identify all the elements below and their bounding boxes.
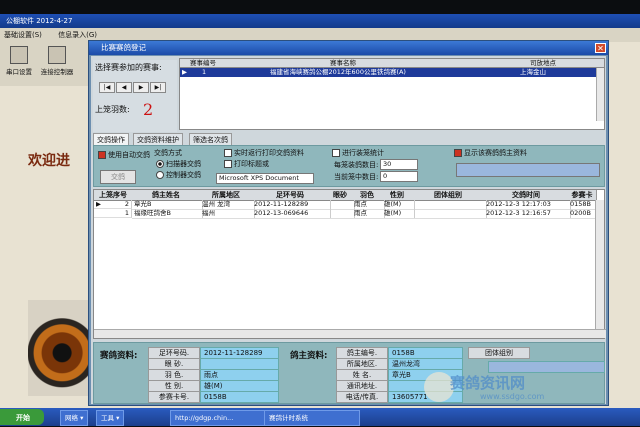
serial-settings-button[interactable]: 串口设置 — [2, 46, 36, 76]
tab-bar: 交鸽操作 交鸽资料维护 筛选名次鸽 — [93, 133, 605, 146]
nav-next-button[interactable]: ▶ — [133, 82, 149, 93]
app-title-bar: 公棚软件 2012-4-27 — [0, 14, 640, 28]
mode-scanner-radio[interactable]: 扫描器交鸽 — [156, 159, 201, 169]
per-cage-input[interactable]: 30 — [380, 159, 418, 170]
cell-color: 雨点 — [352, 209, 385, 219]
checkbox-checked-icon — [454, 149, 462, 157]
submitted-pigeons-table: 上笼序号 鸽主姓名 所属地区 足环号码 眼砂 羽色 性别 团体组别 交鸽时间 参… — [93, 189, 606, 339]
watermark-text: 赛鸽资讯网 — [450, 374, 526, 392]
taskbar-timing-system[interactable]: 赛鸽计时系统 — [264, 410, 360, 426]
show-owner-label: 显示该赛鸽鸽主资料 — [464, 149, 527, 157]
event-select-label: 选择赛参加的赛事: — [95, 63, 162, 72]
event-table-header: 赛事编号 赛事名称 司放地点 — [180, 59, 604, 68]
cell-ring: 2012-13-069646 — [252, 209, 331, 219]
card-label: 参赛卡号. — [148, 391, 200, 403]
cage-count-value: 2 — [143, 100, 154, 119]
pigeon-info-title: 赛鸽资料: — [100, 351, 138, 361]
current-cage-input[interactable]: 0 — [380, 171, 418, 182]
cell-owner: 福缘旺鸽舍B — [132, 209, 203, 219]
dialog-body: 选择赛参加的赛事: |◀ ◀ ▶ ▶| 上笼羽数: 2 赛事编号 赛事名称 司放地点 … — [91, 56, 606, 404]
event-col-place: 司放地点 — [530, 59, 556, 67]
event-registration-dialog: 比赛赛鸽登记 ✕ 选择赛参加的赛事: |◀ ◀ ▶ ▶| 上笼羽数: 2 赛事编号 赛… — [88, 40, 609, 406]
printer-select[interactable]: Microsoft XPS Document — [216, 173, 314, 184]
realtime-print-label: 实时返行打印交鸽资料 — [234, 149, 304, 157]
submit-mode-label: 交鸽方式 — [154, 149, 182, 157]
table-vertical-scrollbar[interactable] — [595, 200, 604, 330]
mode-scanner-label: 扫描器交鸽 — [166, 160, 201, 168]
mode-controller-label: 控制器交鸽 — [166, 171, 201, 179]
cage-stats-checkbox[interactable]: 进行装笼统计 — [332, 148, 384, 158]
radio-empty-icon — [156, 171, 164, 179]
taskbar-browser[interactable]: http://gdgp.chin... — [170, 410, 270, 426]
event-place: 上海金山 — [520, 68, 546, 76]
mode-controller-radio[interactable]: 控制器交鸽 — [156, 170, 201, 180]
cell-seq-value: 2 — [124, 200, 129, 208]
menu-basic-settings[interactable]: 基础设置(S) — [4, 31, 42, 39]
realtime-print-checkbox[interactable]: 实时返行打印交鸽资料 — [224, 148, 304, 158]
row-pointer-icon: ▶ — [182, 68, 187, 76]
serial-port-icon — [10, 46, 28, 64]
auto-submit-label: 使用自动交鸽 — [108, 151, 150, 159]
print-title-checkbox[interactable]: 打印标题或 — [224, 159, 269, 169]
cage-count-label: 上笼羽数: — [95, 105, 130, 114]
taskbar-network[interactable]: 网络 ▾ — [60, 410, 89, 426]
checkbox-checked-icon — [98, 151, 106, 159]
current-cage-label: 当前笼中数目: — [334, 173, 379, 181]
auto-submit-checkbox[interactable]: 使用自动交鸽 — [98, 150, 150, 160]
record-navigator: |◀ ◀ ▶ ▶| — [99, 82, 167, 93]
owner-info-title: 鸽主资料: — [290, 351, 328, 361]
cell-region: 福州 — [200, 209, 255, 219]
per-cage-label: 每笼装鸽数目: — [334, 161, 379, 169]
event-row[interactable]: ▶ 1 福建省海峡赛鸽公棚2012年600公里铁鸽赛(A) 上海金山 — [180, 68, 604, 77]
nav-first-button[interactable]: |◀ — [99, 82, 115, 93]
taskbar: 开始 网络 ▾ 工具 ▾ http://gdgp.chin... 赛鸽计时系统 — [0, 408, 640, 426]
print-title-label: 打印标题或 — [234, 160, 269, 168]
main-toolbar: 串口设置 连接控制器 — [0, 42, 90, 86]
owner-phone-label: 电话/传真. — [336, 391, 388, 403]
row-pointer-icon: ▶ — [96, 200, 101, 208]
nav-prev-button[interactable]: ◀ — [116, 82, 132, 93]
cell-seq: ▶ 2 — [94, 200, 132, 209]
event-id: 1 — [202, 68, 207, 76]
menu-info-entry[interactable]: 信息录入(G) — [58, 31, 97, 39]
checkbox-empty-icon — [332, 149, 340, 157]
cell-sex: 雄(M) — [382, 209, 415, 219]
event-name: 福建省海峡赛鸽公棚2012年600公里铁鸽赛(A) — [270, 68, 406, 76]
submit-options-panel: 使用自动交鸽 交鸽 交鸽方式 扫描器交鸽 控制器交鸽 实时返行打印交鸽资料 打印… — [93, 145, 605, 187]
event-col-id: 赛事编号 — [190, 59, 216, 67]
checkbox-empty-icon — [224, 149, 232, 157]
controller-icon — [48, 46, 66, 64]
pigeon-eye-image — [28, 300, 90, 396]
event-select-panel: 选择赛参加的赛事: |◀ ◀ ▶ ▶| 上笼羽数: 2 — [93, 60, 177, 132]
close-icon[interactable]: ✕ — [595, 43, 606, 53]
event-table-scrollbar[interactable] — [596, 68, 604, 121]
cage-stats-label: 进行装笼统计 — [342, 149, 384, 157]
nav-last-button[interactable]: ▶| — [150, 82, 166, 93]
serial-settings-label: 串口设置 — [6, 68, 32, 76]
card-value: 0158B — [200, 391, 279, 403]
taskbar-tools[interactable]: 工具 ▾ — [96, 410, 125, 426]
show-owner-checkbox[interactable]: 显示该赛鸽鸽主资料 — [454, 148, 527, 158]
submit-button[interactable]: 交鸽 — [100, 170, 136, 184]
event-table: 赛事编号 赛事名称 司放地点 ▶ 1 福建省海峡赛鸽公棚2012年600公里铁鸽… — [179, 58, 605, 130]
event-col-name: 赛事名称 — [330, 59, 356, 67]
connect-controller-button[interactable]: 连接控制器 — [40, 46, 74, 76]
cell-seq: 1 — [94, 209, 132, 218]
owner-group-label: 团体组别 — [468, 347, 530, 359]
dialog-title: 比赛赛鸽登记 — [89, 41, 608, 55]
cell-eye — [328, 209, 355, 219]
status-display-box — [456, 163, 600, 177]
watermark-url: www.ssdgo.com — [480, 392, 545, 401]
start-button[interactable]: 开始 — [0, 409, 44, 425]
table-horizontal-scrollbar[interactable] — [94, 329, 606, 338]
checkbox-empty-icon — [224, 160, 232, 168]
connect-controller-label: 连接控制器 — [40, 68, 74, 76]
cell-time: 2012-12-3 12:16:57 — [484, 209, 571, 219]
cell-group — [412, 209, 487, 219]
radio-selected-icon — [156, 160, 164, 168]
welcome-text: 欢迎进 — [28, 153, 70, 169]
